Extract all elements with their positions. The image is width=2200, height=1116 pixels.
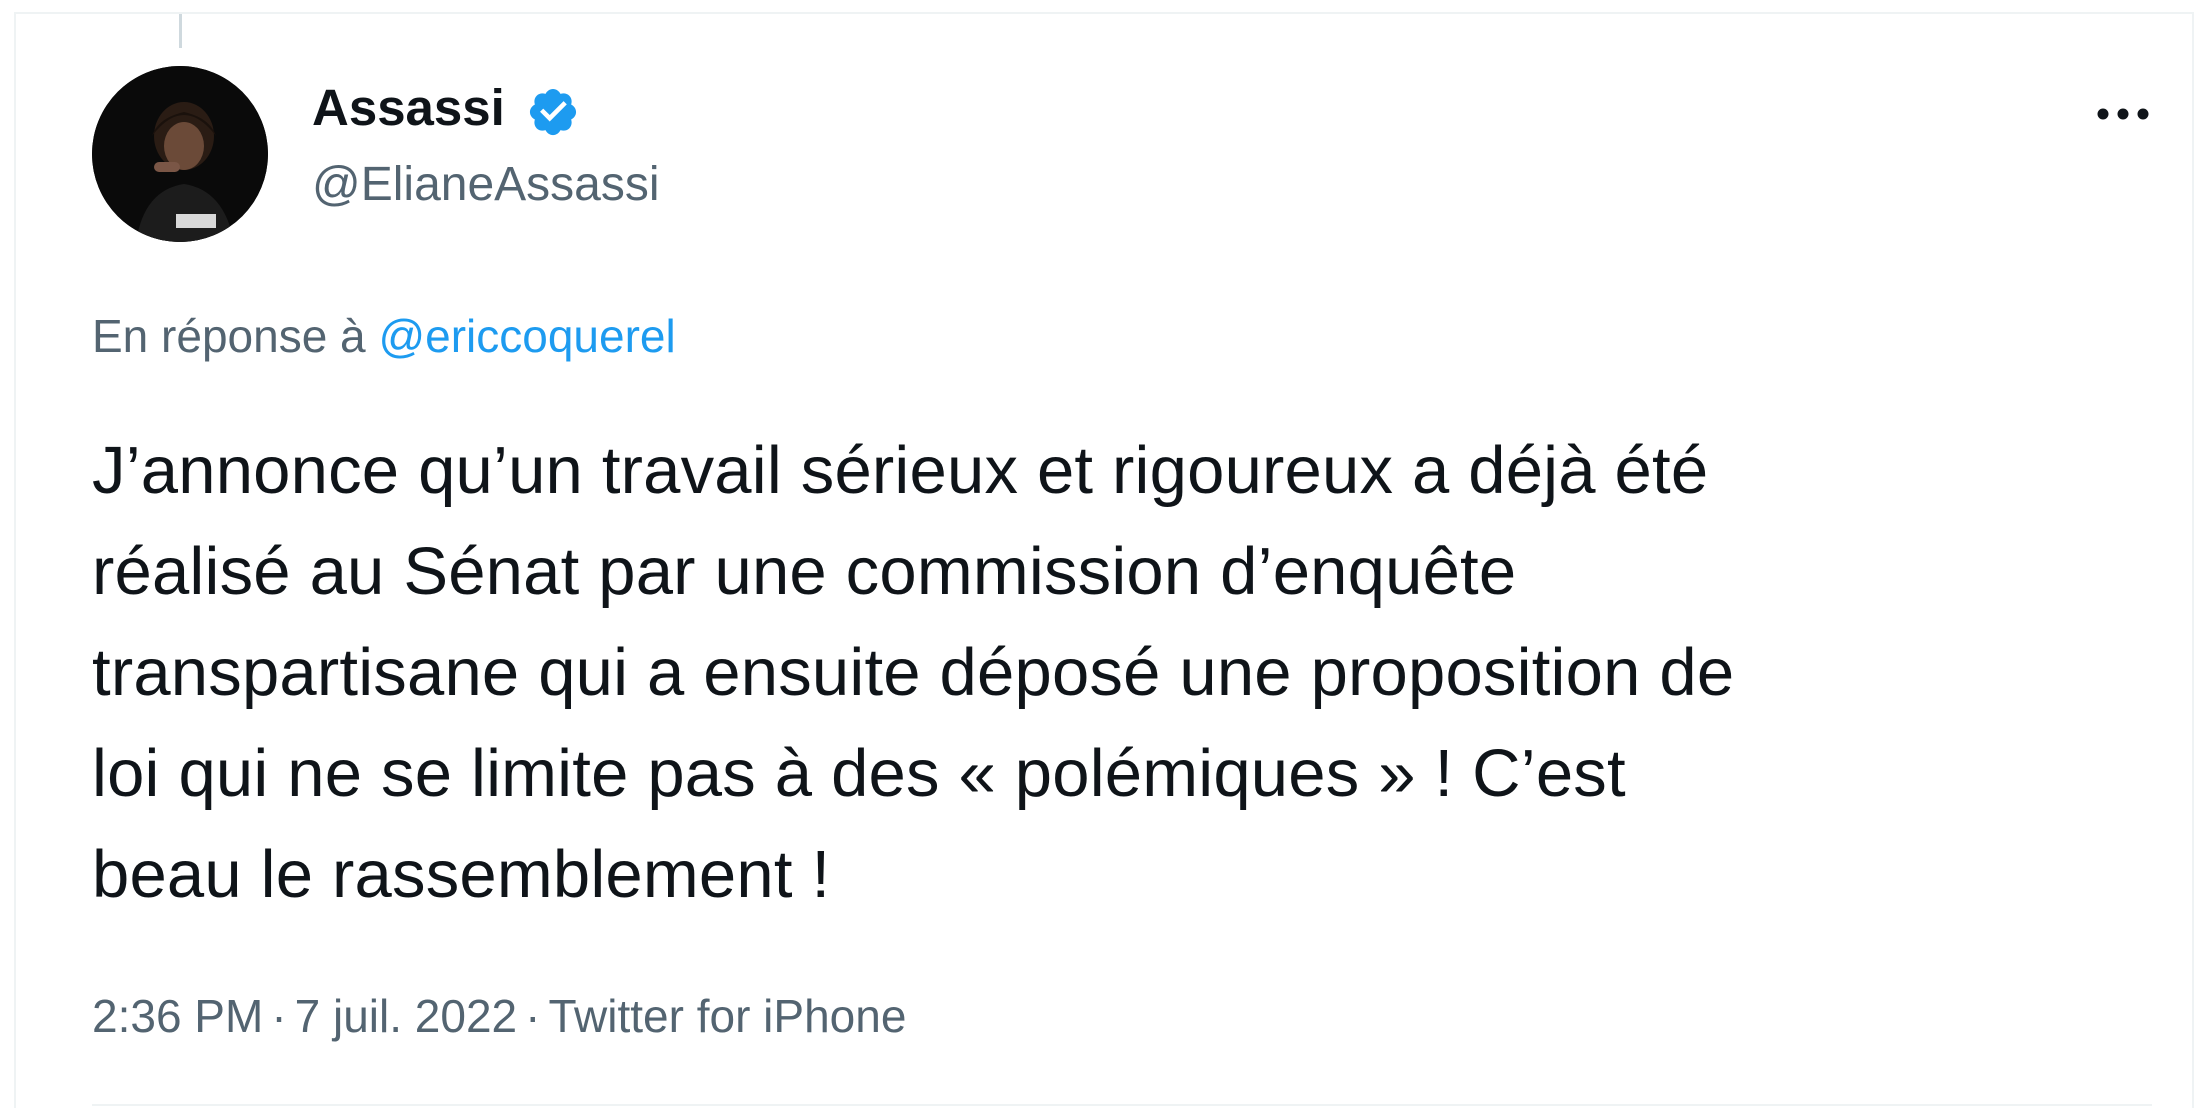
meta-separator: ·	[271, 990, 287, 1042]
tweet-text-line: beau le rassemblement !	[92, 837, 831, 912]
verified-badge-icon	[529, 88, 577, 136]
thread-connector-line	[179, 14, 182, 48]
tweet-source-link[interactable]: Twitter for iPhone	[548, 990, 906, 1042]
reply-context: En réponse à @ericcoquerel	[92, 308, 676, 364]
tweet-text-line: J’annonce qu’un travail sérieux et rigou…	[92, 433, 1709, 508]
tweet-card: Assassi @ElianeAssassi En réponse à @eri…	[14, 12, 2194, 1108]
tweet-time-link[interactable]: 2:36 PM	[92, 990, 263, 1042]
reply-prefix: En réponse à	[92, 310, 366, 362]
avatar-image	[92, 66, 268, 242]
author-name[interactable]: Assassi	[312, 78, 505, 138]
avatar[interactable]	[92, 66, 268, 242]
meta-separator: ·	[525, 990, 541, 1042]
tweet-text: J’annonce qu’un travail sérieux et rigou…	[92, 420, 2182, 925]
more-options-icon	[2097, 108, 2149, 120]
author-handle[interactable]: @ElianeAssassi	[312, 156, 660, 214]
divider	[92, 1104, 2152, 1106]
tweet-date-link[interactable]: 7 juil. 2022	[295, 990, 518, 1042]
tweet-text-line: réalisé au Sénat par une commission d’en…	[92, 534, 1517, 609]
tweet-text-line: loi qui ne se limite pas à des « polémiq…	[92, 736, 1626, 811]
more-options-button[interactable]	[2086, 90, 2160, 138]
tweet-text-line: transpartisane qui a ensuite déposé une …	[92, 635, 1735, 710]
tweet-metadata: 2:36 PM · 7 juil. 2022 · Twitter for iPhone	[92, 988, 906, 1044]
reply-mention-link[interactable]: @ericcoquerel	[378, 310, 675, 362]
